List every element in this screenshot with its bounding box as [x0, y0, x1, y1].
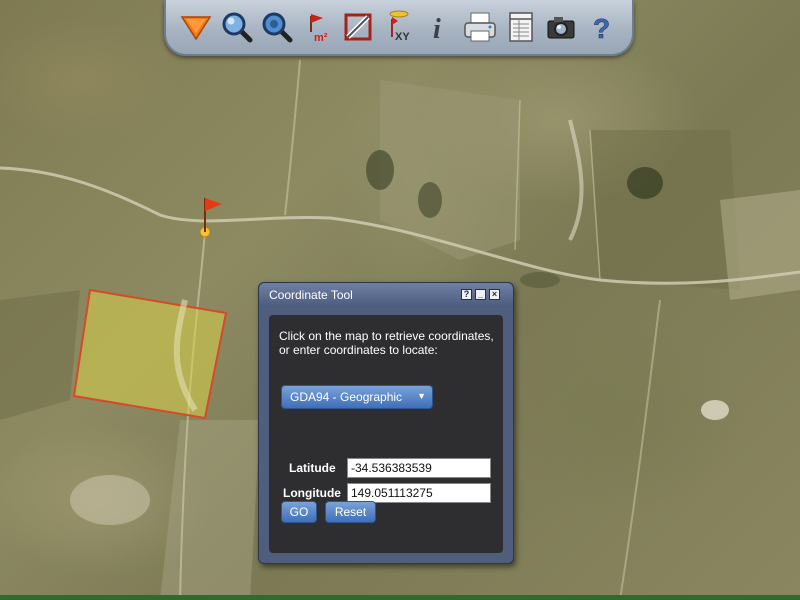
projection-selected: GDA94 - Geographic — [290, 390, 403, 404]
paddock — [720, 190, 800, 300]
measure-area-label: m² — [314, 32, 328, 44]
help-button[interactable]: ? — [584, 7, 620, 47]
info-button[interactable]: i — [421, 7, 457, 47]
info-label: i — [433, 14, 441, 43]
clearing — [701, 400, 729, 420]
tree-patch — [418, 182, 442, 218]
dialog-close-button[interactable]: × — [489, 289, 500, 300]
zoom-in-icon — [222, 12, 253, 43]
measure-distance-button[interactable] — [340, 7, 376, 47]
layers-button[interactable] — [178, 7, 214, 47]
paddock — [380, 80, 520, 260]
coordinate-tool-dialog: Coordinate Tool ? _ × Click on the map t… — [258, 282, 514, 564]
latitude-input[interactable] — [347, 458, 491, 478]
instructions-text: Click on the map to retrieve coordinates… — [279, 329, 494, 357]
zoom-out-button[interactable] — [259, 7, 295, 47]
help-label: ? — [593, 13, 610, 43]
projection-dropdown[interactable]: GDA94 - Geographic ▼ — [281, 385, 433, 409]
tree-patch — [627, 167, 663, 199]
coordinate-xy-label: XY — [395, 31, 410, 43]
measure-area-button[interactable]: m² — [300, 7, 336, 47]
dialog-help-button[interactable]: ? — [461, 289, 472, 300]
flag-marker-icon[interactable] — [199, 198, 222, 238]
tree-patch — [366, 150, 394, 190]
info-icon: i — [433, 14, 441, 43]
selected-parcel[interactable] — [72, 288, 228, 420]
report-button[interactable] — [503, 7, 539, 47]
paddock — [590, 130, 740, 290]
paddock — [0, 290, 80, 420]
track — [284, 59, 301, 216]
help-icon: ? — [592, 13, 610, 43]
map-toolbar: m² XY i ? — [164, 0, 634, 56]
creek — [568, 119, 584, 241]
coordinate-tool-button[interactable]: XY — [381, 7, 417, 47]
measure-area-icon: m² — [309, 14, 328, 44]
print-button[interactable] — [462, 7, 498, 47]
camera-icon — [547, 17, 575, 39]
dialog-title: Coordinate Tool — [269, 288, 353, 302]
longitude-input[interactable] — [347, 483, 491, 503]
go-button[interactable]: GO — [281, 501, 317, 523]
longitude-label: Longitude — [283, 486, 341, 500]
track — [619, 299, 661, 600]
print-icon — [464, 12, 496, 42]
camera-button[interactable] — [543, 7, 579, 47]
chevron-down-icon: ▼ — [417, 391, 426, 401]
paddock — [160, 420, 260, 600]
dialog-minimize-button[interactable]: _ — [475, 289, 486, 300]
measure-distance-icon — [344, 13, 372, 41]
layers-icon — [180, 16, 212, 41]
status-strip — [0, 595, 800, 600]
tree-patch — [520, 272, 560, 288]
dialog-body: Click on the map to retrieve coordinates… — [269, 315, 503, 553]
report-icon — [508, 12, 533, 42]
coordinate-xy-icon: XY — [389, 10, 410, 43]
latitude-label: Latitude — [289, 461, 336, 475]
dialog-titlebar[interactable]: Coordinate Tool ? _ × — [259, 283, 513, 307]
zoom-out-icon — [262, 12, 293, 43]
reset-button[interactable]: Reset — [325, 501, 376, 523]
zoom-in-button[interactable] — [219, 7, 255, 47]
clearing — [70, 475, 150, 525]
